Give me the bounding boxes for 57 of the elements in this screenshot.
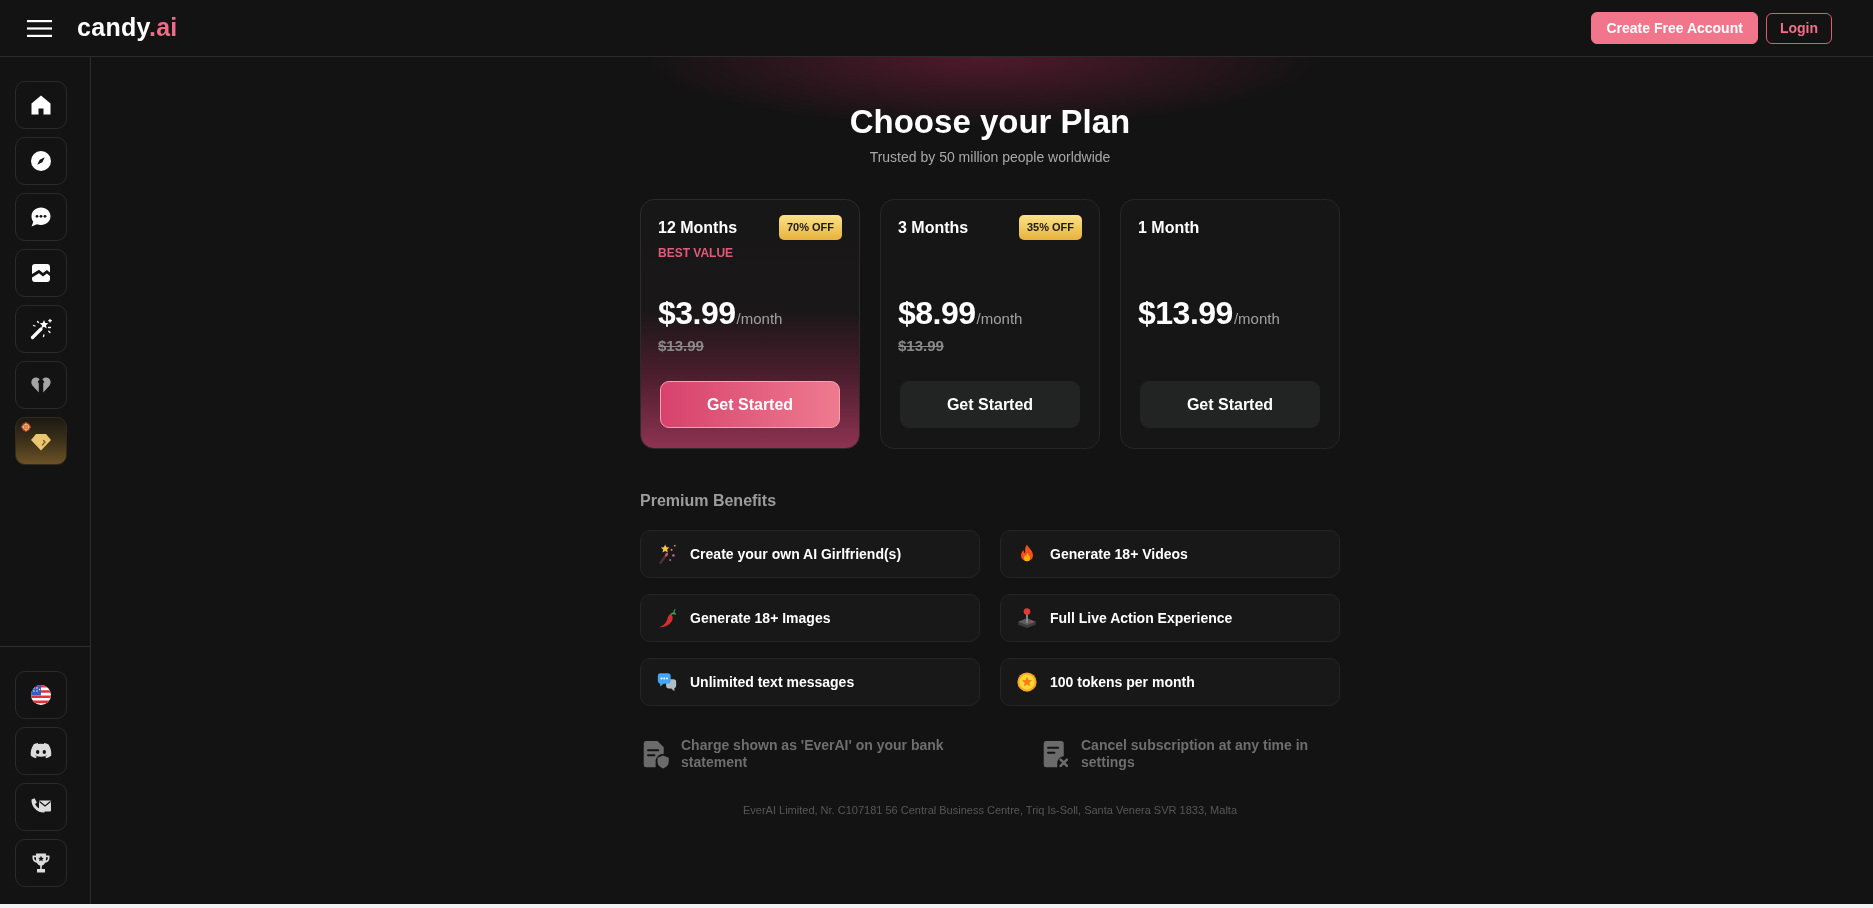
joystick-icon [1016,607,1038,629]
sidebar-button[interactable] [15,839,67,887]
discount-badge: 70% OFF [778,215,842,240]
benefit-text: Generate 18+ Videos [1050,546,1188,562]
magic-wand-icon [656,543,678,565]
benefit-text: 100 tokens per month [1050,674,1195,690]
home-icon [29,93,53,117]
note-text: Charge shown as 'EverAI' on your bank statement [681,737,945,771]
plan-card[interactable]: 12 Months 70% OFF BEST VALUE $3.99/month $13.99 Get Started [640,199,860,449]
benefit-text: Unlimited text messages [690,674,855,690]
menu-icon[interactable] [27,19,52,37]
plan-duration: 3 Months [898,218,969,237]
plan-duration: 1 Month [1138,218,1200,237]
sidebar-button[interactable] [15,783,67,831]
original-price: $13.99 [658,337,704,355]
magic-wand-icon [29,317,53,341]
plan-card[interactable]: 3 Months 35% OFF $8.99/month $13.99 Get Started [880,199,1100,449]
plan-price: $8.99 [898,294,976,332]
sidebar-button[interactable] [15,671,67,719]
benefit-text: Full Live Action Experience [1050,610,1233,626]
original-price: $13.99 [898,337,944,355]
plan-price: $13.99 [1138,294,1233,332]
price-period: /month [736,310,783,327]
company-address: EverAI Limited, Nr. C107181 56 Central Business Centre, Triq Is-Soll, Santa Venera SVR 1833, Malta [743,803,1237,817]
chat-bubbles-icon [656,671,678,693]
price-period: /month [1233,310,1280,327]
page-title: Choose your Plan [848,102,1132,142]
get-started-button[interactable]: Get Started [1140,381,1320,428]
plan-duration: 12 Months [658,218,738,237]
benefit-text: Generate 18+ Images [690,610,831,626]
get-started-button[interactable]: Get Started [660,381,840,428]
flag-icon [29,683,53,707]
sidebar-button[interactable] [15,727,67,775]
get-started-button[interactable]: Get Started [900,381,1080,428]
sidebar-button[interactable] [15,81,67,129]
sidebar-button[interactable] [15,193,67,241]
coin-icon [1016,671,1038,693]
note-text: Cancel subscription at any time in settings [1081,737,1310,771]
benefit-text: Create your own AI Girlfriend(s) [690,546,902,562]
sidebar-button[interactable] [15,361,67,409]
sidebar-button[interactable] [15,249,67,297]
sidebar-button[interactable] [15,417,67,465]
plan-card[interactable]: 1 Month $13.99/month Get Started [1120,199,1340,449]
discount-badge: 35% OFF [1018,215,1082,240]
page-subtitle: Trusted by 50 million people worldwide [868,148,1112,167]
price-period: /month [976,310,1023,327]
plan-highlight-label: BEST VALUE [658,245,735,261]
section-title: Premium Benefits [640,491,777,511]
plan-price: $3.99 [658,294,736,332]
chat-icon [29,205,53,229]
ornament-icon [21,422,31,432]
sidebar-button[interactable] [15,305,67,353]
compass-icon [29,149,53,173]
logo[interactable]: candy.ai [77,11,178,42]
image-icon [29,261,53,285]
login-button[interactable]: Login [1765,12,1832,44]
sidebar-button[interactable] [15,137,67,185]
